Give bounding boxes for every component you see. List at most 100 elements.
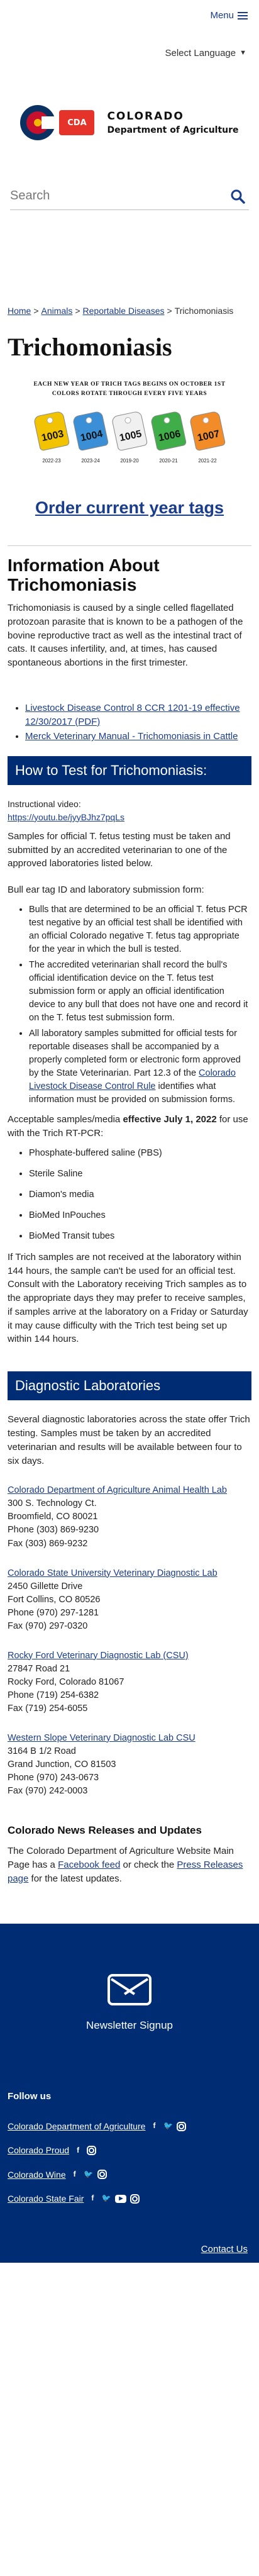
- tag-number: 1005: [118, 428, 143, 444]
- list-item: Sterile Saline: [29, 1168, 251, 1181]
- media-intro: Acceptable samples/media effective July …: [8, 1114, 248, 1139]
- facebook-icon[interactable]: f: [149, 2121, 159, 2131]
- instagram-icon[interactable]: [177, 2121, 187, 2131]
- tag-shape: 1004: [72, 410, 109, 452]
- language-label: Select Language: [165, 48, 236, 59]
- breadcrumb-reportable-diseases[interactable]: Reportable Diseases: [83, 306, 165, 316]
- menu-label: Menu: [210, 10, 234, 21]
- lab-cda: Colorado Department of Agriculture Anima…: [8, 1484, 251, 1550]
- newsletter-signup[interactable]: Newsletter Signup: [0, 1924, 259, 2034]
- trich-tags-image: EACH NEW YEAR OF TRICH TAGS BEGINS ON OC…: [8, 380, 251, 464]
- language-row: Select Language ▼: [0, 31, 259, 75]
- youtube-icon[interactable]: ▶: [115, 2194, 127, 2203]
- search-bar: [10, 182, 249, 210]
- social-row-colorado-proud: Colorado Proud f: [8, 2144, 251, 2156]
- colorado-wine-link[interactable]: Colorado Wine: [8, 2168, 66, 2181]
- breadcrumb-animals[interactable]: Animals: [41, 306, 73, 316]
- lab-rocky-ford: Rocky Ford Veterinary Diagnostic Lab (CS…: [8, 1649, 251, 1715]
- tag-number: 1006: [157, 428, 182, 444]
- follow-us-heading: Follow us: [8, 2091, 52, 2102]
- twitter-icon[interactable]: 🐦: [101, 2194, 111, 2204]
- lab-csu-link[interactable]: Colorado State University Veterinary Dia…: [8, 1567, 251, 1580]
- document-links: Livestock Disease Control 8 CCR 1201-19 …: [25, 701, 251, 744]
- tag-year-label: 2020-21: [159, 457, 178, 464]
- facebook-icon[interactable]: f: [87, 2194, 97, 2204]
- cda-link[interactable]: Colorado Department of Agriculture: [8, 2120, 145, 2133]
- list-item: The accredited veterinarian shall record…: [29, 959, 251, 1025]
- colorado-proud-link[interactable]: Colorado Proud: [8, 2144, 69, 2156]
- media-list: Phosphate-buffered saline (PBS) Sterile …: [29, 1147, 251, 1243]
- lab-western-slope-link[interactable]: Western Slope Veterinary Diagnostic Lab …: [8, 1732, 251, 1745]
- labs-intro: Several diagnostic laboratories across t…: [8, 1414, 250, 1466]
- twitter-icon[interactable]: 🐦: [163, 2121, 173, 2131]
- testing-intro: Samples for official T. fetus testing mu…: [8, 830, 231, 869]
- video-link[interactable]: https://youtu.be/jyyBJhz7pqLs: [8, 811, 251, 823]
- tag-shape: 1006: [150, 410, 187, 452]
- info-paragraph: Trichomoniasis is caused by a single cel…: [8, 603, 243, 668]
- menu-button[interactable]: Menu: [210, 9, 248, 23]
- tag-number: 1007: [196, 428, 221, 444]
- list-item: Bulls that are determined to be an offic…: [29, 903, 251, 956]
- twitter-icon[interactable]: 🐦: [84, 2170, 94, 2180]
- tag-year-label: 2021-22: [198, 457, 217, 464]
- livestock-rule-pdf-link[interactable]: Livestock Disease Control 8 CCR 1201-19 …: [25, 703, 240, 727]
- tag-year-label: 2019-20: [120, 457, 139, 464]
- requirements-list: Bulls that are determined to be an offic…: [29, 903, 251, 1107]
- logo-text: COLORADO Department of Agriculture: [107, 109, 238, 137]
- tag-hole: [85, 416, 93, 424]
- tag-hole: [124, 416, 132, 424]
- breadcrumb: Home > Animals > Reportable Diseases > Trichom…: [8, 306, 234, 316]
- contact-us-link[interactable]: Contact Us: [201, 2243, 248, 2256]
- tag-hole: [163, 416, 171, 424]
- newsletter-label: Newsletter Signup: [86, 2019, 173, 2031]
- search-button[interactable]: [226, 185, 249, 208]
- logo-badge-text: CDA: [67, 118, 87, 128]
- list-item: Livestock Disease Control 8 CCR 1201-19 …: [25, 701, 251, 729]
- breadcrumb-home[interactable]: Home: [8, 306, 31, 316]
- instagram-icon[interactable]: [97, 2170, 107, 2180]
- facebook-feed-link[interactable]: Facebook feed: [58, 1860, 120, 1870]
- tag-shape: 1003: [33, 410, 70, 452]
- tag-number: 1003: [40, 428, 65, 444]
- tags-row: 1003 2022-23 1004 2023-24 1005 2019-20 1006 202…: [8, 410, 251, 465]
- lab-rocky-ford-link[interactable]: Rocky Ford Veterinary Diagnostic Lab (CS…: [8, 1649, 251, 1663]
- tag-shape: 1005: [111, 410, 148, 452]
- info-heading: Information About Trichomoniasis: [8, 555, 160, 595]
- search-input[interactable]: [10, 189, 201, 203]
- page-title: Trichomoniasis: [8, 333, 172, 362]
- trich-tag: 1006 2020-21: [150, 410, 187, 465]
- colorado-state-fair-link[interactable]: Colorado State Fair: [8, 2192, 84, 2205]
- trich-tag: 1004 2023-24: [72, 410, 109, 465]
- social-row-state-fair: Colorado State Fair f 🐦 ▶: [8, 2192, 251, 2205]
- contact-row: Contact Us: [11, 2243, 248, 2256]
- lab-cda-link[interactable]: Colorado Department of Agriculture Anima…: [8, 1484, 251, 1497]
- tag-hole: [202, 416, 210, 424]
- news-heading: Colorado News Releases and Updates: [8, 1824, 202, 1836]
- hamburger-icon: [238, 12, 248, 20]
- instagram-icon[interactable]: [87, 2145, 97, 2155]
- list-item: All laboratory samples submitted for off…: [29, 1027, 251, 1107]
- lab-western-slope: Western Slope Veterinary Diagnostic Lab …: [8, 1732, 251, 1798]
- list-item: Phosphate-buffered saline (PBS): [29, 1147, 251, 1160]
- labs-heading: Diagnostic Laboratories: [8, 1371, 251, 1401]
- envelope-icon: [107, 1973, 152, 2005]
- logo-title: COLORADO: [107, 109, 184, 123]
- main-content: Home > Animals > Reportable Diseases > Trichom…: [0, 304, 259, 1886]
- list-item: BioMed InPouches: [29, 1209, 251, 1222]
- news-paragraph: The Colorado Department of Agriculture W…: [8, 1846, 243, 1884]
- tag-hole: [46, 416, 54, 424]
- tags-caption-line2: COLORS ROTATE THROUGH EVERY FIVE YEARS: [52, 391, 207, 398]
- tag-year-label: 2022-23: [42, 457, 61, 464]
- facebook-icon[interactable]: f: [70, 2170, 80, 2180]
- merck-manual-link[interactable]: Merck Veterinary Manual - Trichomoniasis…: [25, 731, 238, 742]
- order-tags-link[interactable]: Order current year tags: [8, 496, 251, 520]
- search-icon: [231, 189, 245, 204]
- facebook-icon[interactable]: f: [73, 2145, 83, 2155]
- site-footer: Newsletter Signup Follow us Colorado Dep…: [0, 1923, 259, 2263]
- instagram-icon[interactable]: [130, 2194, 140, 2204]
- social-row-colorado-wine: Colorado Wine f 🐦: [8, 2168, 251, 2181]
- site-logo[interactable]: CDA COLORADO Department of Agriculture: [0, 75, 259, 151]
- divider: [8, 545, 251, 547]
- trich-tag: 1003 2022-23: [33, 410, 70, 465]
- language-select[interactable]: Select Language ▼: [165, 47, 247, 60]
